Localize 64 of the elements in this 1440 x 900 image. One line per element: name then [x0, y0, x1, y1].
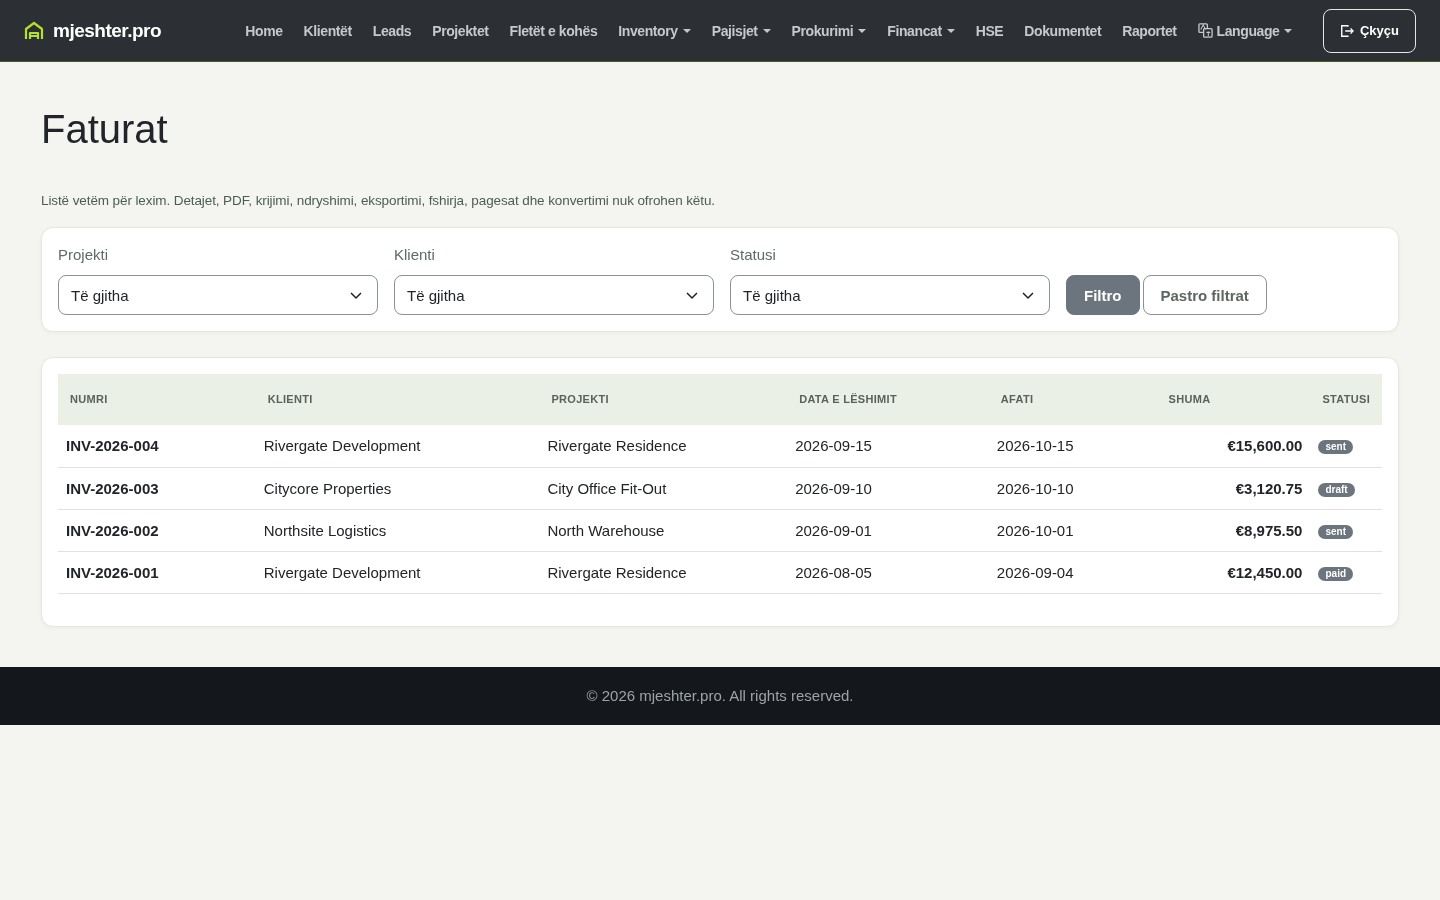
- table-cell: 2026-09-04: [988, 551, 1157, 593]
- nav-link[interactable]: Fletët e kohës: [499, 22, 608, 39]
- table-cell: INV-2026-002: [58, 509, 256, 551]
- translate-icon: [1197, 23, 1213, 38]
- select-field[interactable]: Të gjitha: [58, 275, 378, 315]
- table-cell: City Office Fit-Out: [539, 467, 788, 509]
- table-cell: Northsite Logistics: [255, 509, 540, 551]
- filter-label: Statusi: [730, 246, 777, 263]
- table-cell: €15,600.00: [1156, 425, 1311, 467]
- nav-link[interactable]: Home: [234, 22, 294, 39]
- clear-filters-button[interactable]: Pastro filtrat: [1142, 275, 1267, 315]
- table-cell: 2026-09-15: [787, 425, 989, 467]
- table-cell: INV-2026-003: [58, 467, 256, 509]
- table-cell: INV-2026-001: [58, 551, 256, 593]
- table-cell: Rivergate Development: [255, 425, 540, 467]
- nav-link[interactable]: Leads: [362, 22, 422, 39]
- filter-label: Projekti: [58, 246, 110, 263]
- table-cell: Rivergate Development: [255, 551, 540, 593]
- logout-button[interactable]: Çkyçu: [1322, 8, 1416, 53]
- table-cell: €8,975.50: [1156, 509, 1311, 551]
- column-header: NUMRI: [58, 374, 256, 425]
- filter-button[interactable]: Filtro: [1066, 275, 1140, 315]
- house-icon: [24, 20, 44, 41]
- page-note: Listë vetëm për lexim. Detajet, PDF, krijimi, ndryshimi, eksportimi, fshirja, pagesat dhe konvertimi nuk ofrohen këtu.: [41, 193, 716, 208]
- column-header: STATUSI: [1310, 374, 1382, 425]
- table-cell: 2026-09-01: [787, 509, 989, 551]
- status-badge: sent: [1318, 524, 1354, 539]
- select-field[interactable]: Të gjitha: [394, 275, 714, 315]
- table-cell: €3,120.75: [1156, 467, 1311, 509]
- table-cell: Rivergate Residence: [539, 425, 788, 467]
- nav-link[interactable]: Projektet: [421, 22, 500, 39]
- status-badge: sent: [1318, 440, 1354, 455]
- nav-link[interactable]: Raportet: [1111, 22, 1188, 39]
- column-header: SHUMA: [1156, 374, 1311, 425]
- nav-link[interactable]: Dokumentet: [1013, 22, 1112, 39]
- nav-dropdown[interactable]: Pajisjet: [701, 22, 782, 39]
- nav-link[interactable]: Klientët: [293, 22, 363, 39]
- table-cell: €12,450.00: [1156, 551, 1311, 593]
- filter-label: Klienti: [394, 246, 436, 263]
- nav-link[interactable]: HSE: [965, 22, 1014, 39]
- table-cell: North Warehouse: [539, 509, 788, 551]
- logout-icon: [1339, 23, 1354, 38]
- table-cell: 2026-10-15: [988, 425, 1157, 467]
- table-cell: INV-2026-004: [58, 425, 256, 467]
- nav-dropdown[interactable]: Inventory: [607, 22, 702, 39]
- column-header: KLIENTI: [255, 374, 540, 425]
- nav-dropdown[interactable]: Financat: [876, 22, 966, 39]
- page-title: Faturat: [41, 109, 169, 149]
- nav-dropdown[interactable]: Language: [1187, 22, 1303, 39]
- select-field[interactable]: Të gjitha: [730, 275, 1050, 315]
- nav-dropdown[interactable]: Prokurimi: [781, 22, 877, 39]
- table-cell: 2026-10-10: [988, 467, 1157, 509]
- status-badge: draft: [1318, 482, 1355, 497]
- table-cell: Citycore Properties: [255, 467, 540, 509]
- column-header: PROJEKTI: [539, 374, 788, 425]
- table-cell: 2026-09-10: [787, 467, 989, 509]
- table-cell: 2026-10-01: [988, 509, 1157, 551]
- brand-link[interactable]: mjeshter.pro: [53, 19, 162, 42]
- table-cell: 2026-08-05: [787, 551, 989, 593]
- column-header: AFATI: [988, 374, 1157, 425]
- copyright-text: © 2026 mjeshter.pro. All rights reserved.: [586, 687, 854, 704]
- status-badge: paid: [1318, 566, 1354, 581]
- table-cell: Rivergate Residence: [539, 551, 788, 593]
- column-header: DATA E LËSHIMIT: [787, 374, 989, 425]
